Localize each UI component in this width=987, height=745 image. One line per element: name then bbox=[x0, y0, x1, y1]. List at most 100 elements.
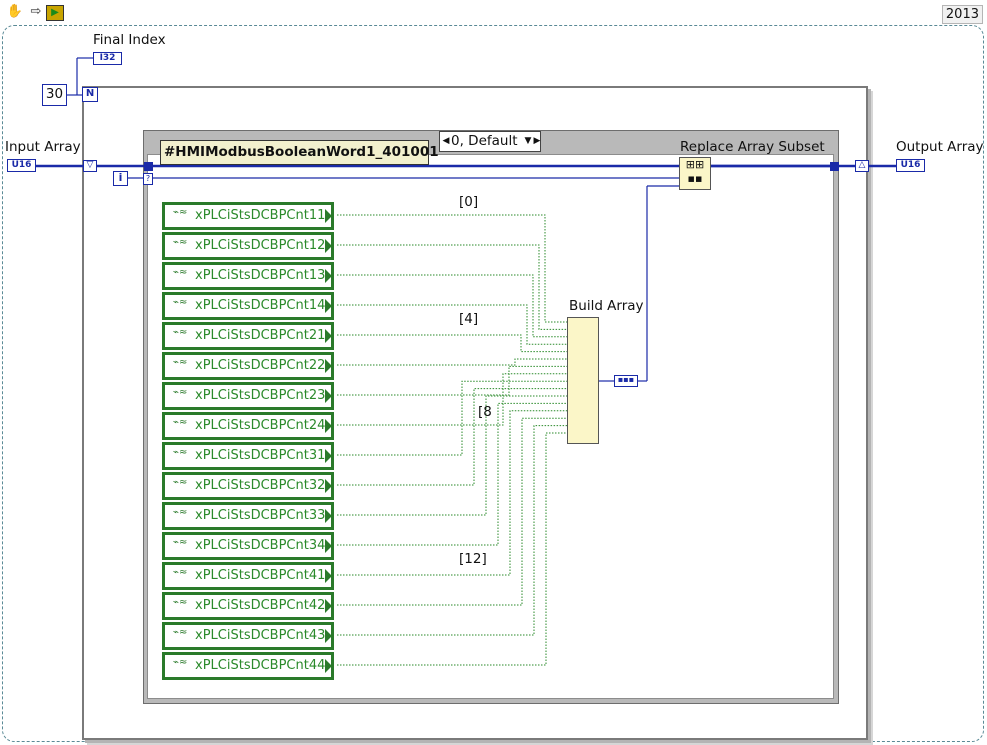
final-index-label: Final Index bbox=[93, 32, 166, 48]
shared-variable-12[interactable]: ⌁≈ xPLCiStsDCBPCnt34 bbox=[162, 532, 334, 560]
shared-variable-label: xPLCiStsDCBPCnt32 bbox=[195, 478, 326, 493]
output-array-label: Output Array bbox=[896, 139, 984, 155]
selector-prev-icon[interactable]: ◀ bbox=[441, 132, 451, 151]
case-tunnel-in[interactable] bbox=[144, 162, 153, 171]
index-label-0: [0] bbox=[459, 194, 479, 210]
shared-variable-9[interactable]: ⌁≈ xPLCiStsDCBPCnt31 bbox=[162, 442, 334, 470]
case-tunnel-out[interactable] bbox=[830, 162, 839, 171]
shared-variable-label: xPLCiStsDCBPCnt43 bbox=[195, 628, 326, 643]
shared-variable-16[interactable]: ⌁≈ xPLCiStsDCBPCnt44 bbox=[162, 652, 334, 680]
iteration-terminal[interactable]: i bbox=[113, 171, 128, 186]
shared-variable-icon: ⌁≈ bbox=[173, 207, 188, 218]
shared-variable-icon: ⌁≈ bbox=[173, 507, 188, 518]
shared-variable-icon: ⌁≈ bbox=[173, 657, 188, 668]
output-terminal-icon bbox=[325, 479, 332, 493]
shared-variable-icon: ⌁≈ bbox=[173, 627, 188, 638]
data-wire-6 bbox=[337, 358, 570, 366]
shared-variable-label: xPLCiStsDCBPCnt22 bbox=[195, 358, 326, 373]
bool-array-to-number[interactable]: ▪▪▪ bbox=[614, 375, 638, 387]
loop-count-terminal[interactable]: N bbox=[82, 87, 98, 102]
output-terminal-icon bbox=[325, 389, 332, 403]
selector-next-icon[interactable]: ▶ bbox=[532, 132, 542, 151]
shared-variable-label: xPLCiStsDCBPCnt12 bbox=[195, 238, 326, 253]
shared-variable-icon: ⌁≈ bbox=[173, 357, 188, 368]
output-terminal-icon bbox=[325, 359, 332, 373]
shared-variable-label: xPLCiStsDCBPCnt31 bbox=[195, 448, 326, 463]
loop-count-constant[interactable]: 30 bbox=[42, 84, 67, 106]
index-label-8: [8 bbox=[478, 404, 492, 420]
output-terminal-icon bbox=[325, 659, 332, 673]
index-label-12: [12] bbox=[459, 551, 487, 567]
input-array-control[interactable]: U16 bbox=[7, 159, 36, 172]
data-wire-12 bbox=[337, 402, 570, 546]
shared-variable-icon: ⌁≈ bbox=[173, 327, 188, 338]
data-wire-8 bbox=[337, 373, 570, 426]
case-selector[interactable]: ◀ 0, Default ▼ ▶ bbox=[439, 131, 541, 152]
property-node[interactable]: #HMIModbusBooleanWord1_401001 bbox=[160, 140, 439, 165]
shared-variable-label: xPLCiStsDCBPCnt24 bbox=[195, 418, 326, 433]
shift-register-left[interactable]: ▽ bbox=[83, 160, 97, 172]
shared-variable-label: xPLCiStsDCBPCnt33 bbox=[195, 508, 326, 523]
shared-variable-label: xPLCiStsDCBPCnt42 bbox=[195, 598, 326, 613]
output-terminal-icon bbox=[325, 299, 332, 313]
shared-variable-label: xPLCiStsDCBPCnt21 bbox=[195, 328, 326, 343]
shared-variable-10[interactable]: ⌁≈ xPLCiStsDCBPCnt32 bbox=[162, 472, 334, 500]
shared-variable-label: xPLCiStsDCBPCnt11 bbox=[195, 208, 326, 223]
shared-variable-5[interactable]: ⌁≈ xPLCiStsDCBPCnt21 bbox=[162, 322, 334, 350]
build-array-node[interactable] bbox=[567, 317, 599, 444]
data-wire-13 bbox=[337, 410, 570, 576]
case-index-tunnel[interactable]: ? bbox=[143, 173, 153, 185]
shared-variable-icon: ⌁≈ bbox=[173, 477, 188, 488]
output-terminal-icon bbox=[325, 449, 332, 463]
output-terminal-icon bbox=[325, 629, 332, 643]
shared-variable-3[interactable]: ⌁≈ xPLCiStsDCBPCnt13 bbox=[162, 262, 334, 290]
shift-register-right[interactable]: △ bbox=[855, 160, 869, 172]
shared-variable-label: xPLCiStsDCBPCnt13 bbox=[195, 268, 326, 283]
final-index-indicator[interactable]: I32 bbox=[93, 52, 122, 65]
shared-variable-icon: ⌁≈ bbox=[173, 297, 188, 308]
shared-variable-icon: ⌁≈ bbox=[173, 597, 188, 608]
data-wire-5 bbox=[337, 334, 570, 353]
shared-variable-11[interactable]: ⌁≈ xPLCiStsDCBPCnt33 bbox=[162, 502, 334, 530]
data-wire-16 bbox=[337, 432, 570, 666]
shared-variable-label: xPLCiStsDCBPCnt34 bbox=[195, 538, 326, 553]
data-wire-3 bbox=[337, 274, 570, 338]
output-array-indicator[interactable]: U16 bbox=[896, 159, 925, 172]
shared-variable-15[interactable]: ⌁≈ xPLCiStsDCBPCnt43 bbox=[162, 622, 334, 650]
shared-variable-icon: ⌁≈ bbox=[173, 447, 188, 458]
shared-variable-label: xPLCiStsDCBPCnt23 bbox=[195, 388, 326, 403]
output-terminal-icon bbox=[325, 509, 332, 523]
output-terminal-icon bbox=[325, 239, 332, 253]
shared-variable-1[interactable]: ⌁≈ xPLCiStsDCBPCnt11 bbox=[162, 202, 334, 230]
output-terminal-icon bbox=[325, 599, 332, 613]
shared-variable-icon: ⌁≈ bbox=[173, 387, 188, 398]
shared-variable-6[interactable]: ⌁≈ xPLCiStsDCBPCnt22 bbox=[162, 352, 334, 380]
shared-variable-2[interactable]: ⌁≈ xPLCiStsDCBPCnt12 bbox=[162, 232, 334, 260]
data-wire-7 bbox=[337, 365, 570, 396]
shared-variable-label: xPLCiStsDCBPCnt41 bbox=[195, 568, 326, 583]
output-terminal-icon bbox=[325, 329, 332, 343]
output-terminal-icon bbox=[325, 209, 332, 223]
replace-array-subset-node[interactable]: ⊞⊞ ▪▪ bbox=[679, 157, 711, 190]
wires-layer bbox=[35, 57, 896, 666]
data-wire-4 bbox=[337, 304, 570, 345]
shared-variable-icon: ⌁≈ bbox=[173, 567, 188, 578]
shared-variable-7[interactable]: ⌁≈ xPLCiStsDCBPCnt23 bbox=[162, 382, 334, 410]
data-wire-1 bbox=[337, 214, 570, 323]
index-label-4: [4] bbox=[459, 311, 479, 327]
shared-variable-14[interactable]: ⌁≈ xPLCiStsDCBPCnt42 bbox=[162, 592, 334, 620]
shared-variable-13[interactable]: ⌁≈ xPLCiStsDCBPCnt41 bbox=[162, 562, 334, 590]
input-array-label: Input Array bbox=[5, 139, 81, 155]
replace-array-subset-label: Replace Array Subset bbox=[680, 139, 825, 155]
data-wire-14 bbox=[337, 417, 570, 606]
shared-variable-4[interactable]: ⌁≈ xPLCiStsDCBPCnt14 bbox=[162, 292, 334, 320]
data-wire-11 bbox=[337, 395, 570, 516]
shared-variable-label: xPLCiStsDCBPCnt44 bbox=[195, 658, 326, 673]
shared-variable-icon: ⌁≈ bbox=[173, 267, 188, 278]
output-terminal-icon bbox=[325, 419, 332, 433]
output-terminal-icon bbox=[325, 269, 332, 283]
shared-variable-icon: ⌁≈ bbox=[173, 237, 188, 248]
case-selector-value: 0, Default bbox=[451, 133, 518, 149]
shared-variable-8[interactable]: ⌁≈ xPLCiStsDCBPCnt24 bbox=[162, 412, 334, 440]
output-terminal-icon bbox=[325, 539, 332, 553]
